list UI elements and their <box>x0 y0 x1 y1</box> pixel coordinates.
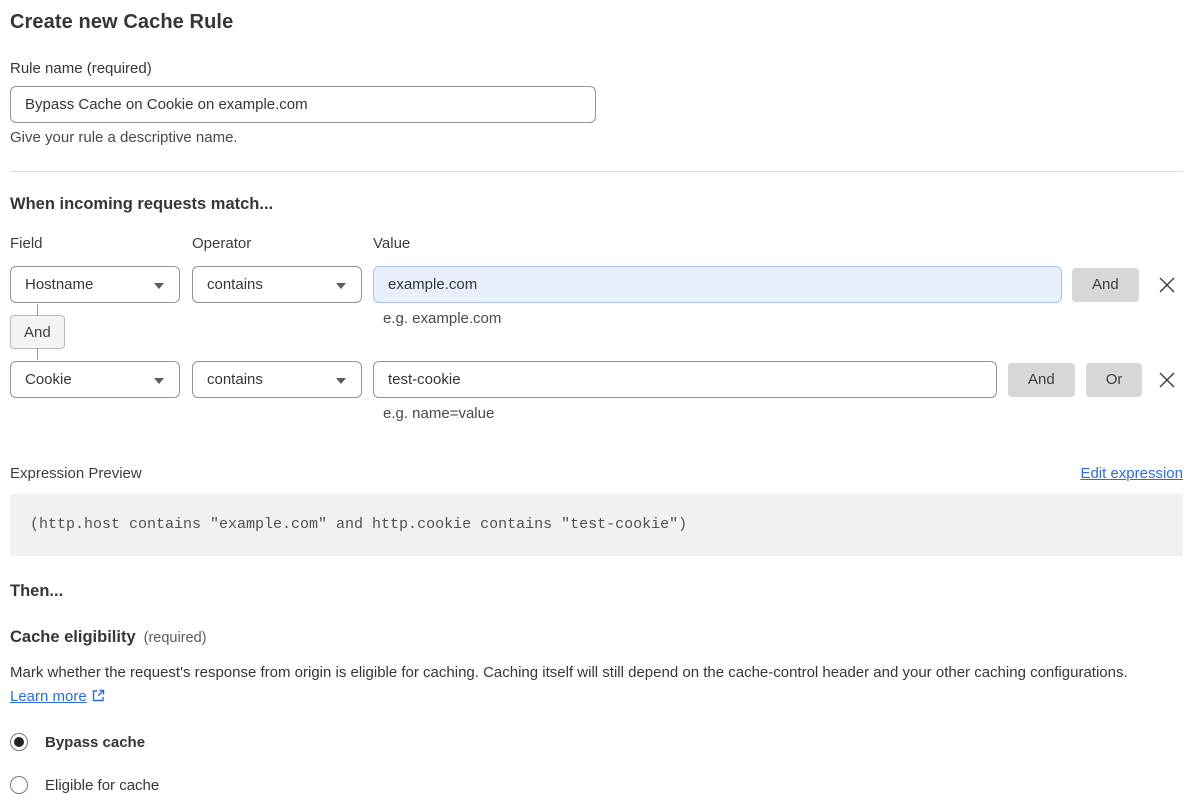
radio-button-icon <box>10 776 28 794</box>
chevron-down-icon <box>154 282 164 289</box>
condition-row-2: Cookie contains And Or <box>10 361 1183 398</box>
operator-select-2-value: contains <box>207 371 263 388</box>
section-divider <box>10 171 1183 172</box>
condition-column-labels: Field Operator Value <box>10 235 1183 252</box>
page-title: Create new Cache Rule <box>10 11 234 33</box>
operator-column-label: Operator <box>192 235 252 252</box>
chevron-down-icon <box>336 377 346 384</box>
cache-eligibility-description: Mark whether the request's response from… <box>10 661 1165 709</box>
operator-select-1-value: contains <box>207 276 263 293</box>
remove-condition-button-2[interactable] <box>1154 367 1180 393</box>
field-select-1[interactable]: Hostname <box>10 266 180 303</box>
value-input-1[interactable] <box>373 266 1062 303</box>
required-badge: (required) <box>143 630 207 646</box>
value-column-label: Value <box>373 235 411 252</box>
field-select-2-value: Cookie <box>25 371 72 388</box>
radio-eligible-for-cache-label: Eligible for cache <box>45 776 160 794</box>
close-icon <box>1159 277 1175 292</box>
then-heading: Then... <box>10 582 64 600</box>
field-column-label: Field <box>10 235 43 252</box>
external-link-icon <box>92 689 104 702</box>
match-heading: When incoming requests match... <box>10 195 274 213</box>
radio-bypass-cache-label: Bypass cache <box>45 733 146 751</box>
expression-preview-label: Expression Preview <box>10 465 142 482</box>
condition-row-1: Hostname contains And <box>10 266 1183 303</box>
rule-name-help: Give your rule a descriptive name. <box>10 129 238 146</box>
cache-eligibility-title: Cache eligibility <box>10 628 136 646</box>
and-button-row-2[interactable]: And <box>1008 362 1075 397</box>
operator-select-2[interactable]: contains <box>192 361 362 398</box>
expression-code-block: (http.host contains "example.com" and ht… <box>10 494 1183 556</box>
field-select-1-value: Hostname <box>25 276 94 293</box>
chevron-down-icon <box>336 282 346 289</box>
or-button-row-2[interactable]: Or <box>1085 362 1143 397</box>
chevron-down-icon <box>154 377 164 384</box>
close-icon <box>1159 372 1175 387</box>
radio-button-icon <box>10 733 28 751</box>
connector-and-button[interactable]: And <box>10 304 65 360</box>
radio-eligible-for-cache[interactable]: Eligible for cache <box>10 776 1183 794</box>
value-input-2[interactable] <box>373 361 997 398</box>
value-hint-1: e.g. example.com <box>383 310 502 327</box>
cache-eligibility-heading: Cache eligibility (required) <box>10 628 1183 647</box>
field-select-2[interactable]: Cookie <box>10 361 180 398</box>
description-text: Mark whether the request's response from… <box>10 664 1128 681</box>
rule-name-label: Rule name (required) <box>10 60 152 77</box>
operator-select-1[interactable]: contains <box>192 266 362 303</box>
radio-bypass-cache[interactable]: Bypass cache <box>10 733 1183 751</box>
and-button-row-1[interactable]: And <box>1072 267 1139 302</box>
rule-name-input[interactable] <box>10 86 596 123</box>
learn-more-link[interactable]: Learn more <box>10 688 87 705</box>
condition-connector-area: And e.g. example.com <box>10 303 1183 361</box>
expression-preview-header: Expression Preview Edit expression <box>10 465 1183 482</box>
edit-expression-link[interactable]: Edit expression <box>1080 465 1183 482</box>
remove-condition-button-1[interactable] <box>1154 272 1180 298</box>
value-hint-2: e.g. name=value <box>383 405 495 422</box>
